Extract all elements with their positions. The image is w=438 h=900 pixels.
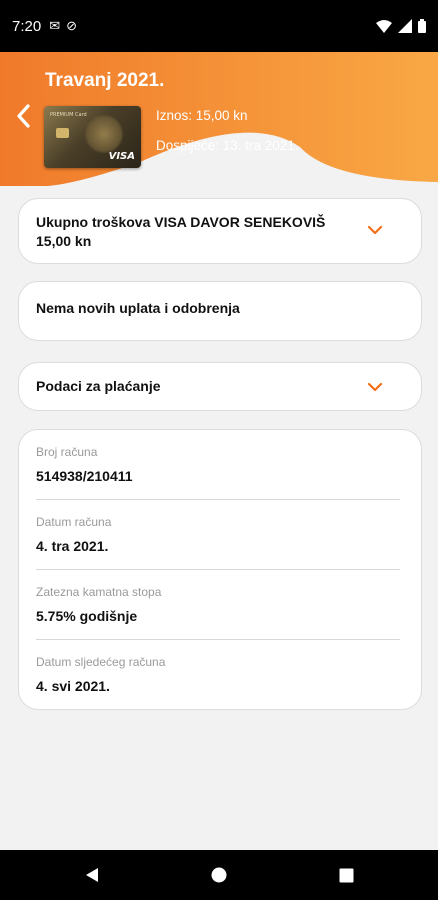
payments-text: Nema novih uplata i odobrenja [36,300,240,316]
page-title: Travanj 2021. [45,70,165,91]
field-value-account-number: 514938/210411 [36,468,133,484]
status-bar: 7:20 ✉ ⊘ [0,0,438,52]
card-emblem [84,114,124,154]
status-right [376,19,426,33]
field-label-interest-rate: Zatezna kamatna stopa [36,585,162,599]
divider [36,569,400,570]
field-value-interest-rate: 5.75% godišnje [36,608,138,624]
wifi-icon [376,19,392,33]
back-button[interactable] [8,96,38,136]
navigation-bar [0,850,438,900]
nav-home-button[interactable] [199,850,239,900]
field-value-next-statement-date: 4. svi 2021. [36,678,110,694]
field-value-statement-date: 4. tra 2021. [36,538,109,554]
sync-icon: ⊘ [66,18,78,33]
expenses-title: Ukupno troškova VISA DAVOR SENEKOVIŠ [36,214,326,230]
card-brand: VISA [108,151,135,162]
statement-due-date: Dospijeće: 13. tra 2021. [156,138,299,153]
payments-card: Nema novih uplata i odobrenja [18,281,422,341]
payment-data-card[interactable]: Podaci za plaćanje [18,362,422,411]
field-label-next-statement-date: Datum sljedećeg računa [36,655,166,669]
header: Travanj 2021. PREMIUM Card VISA Iznos: 1… [0,52,438,186]
statement-amount: Iznos: 15,00 kn [156,108,248,123]
card-chip [56,128,69,138]
expenses-amount: 15,00 kn [36,233,92,249]
card-tag: PREMIUM Card [50,112,87,118]
nav-back-button[interactable] [72,850,112,900]
field-label-account-number: Broj računa [36,445,98,459]
payment-data-title: Podaci za plaćanje [36,378,161,394]
back-triangle-icon [86,868,98,882]
expenses-card[interactable]: Ukupno troškova VISA DAVOR SENEKOVIŠ 15,… [18,198,422,264]
divider [36,639,400,640]
divider [36,499,400,500]
battery-icon [418,19,426,33]
field-label-statement-date: Datum računa [36,515,112,529]
signal-icon [398,19,412,33]
nav-recents-button[interactable] [326,850,366,900]
chevron-down-icon[interactable] [367,382,383,392]
chevron-left-icon [17,104,30,128]
mail-icon: ✉ [49,18,61,33]
credit-card-image: PREMIUM Card VISA [44,106,141,168]
payment-details-card: Broj računa 514938/210411 Datum računa 4… [18,429,422,710]
home-circle-icon [211,867,227,883]
chevron-down-icon[interactable] [367,225,383,235]
status-time: 7:20 [12,17,42,35]
recents-square-icon [339,868,353,882]
